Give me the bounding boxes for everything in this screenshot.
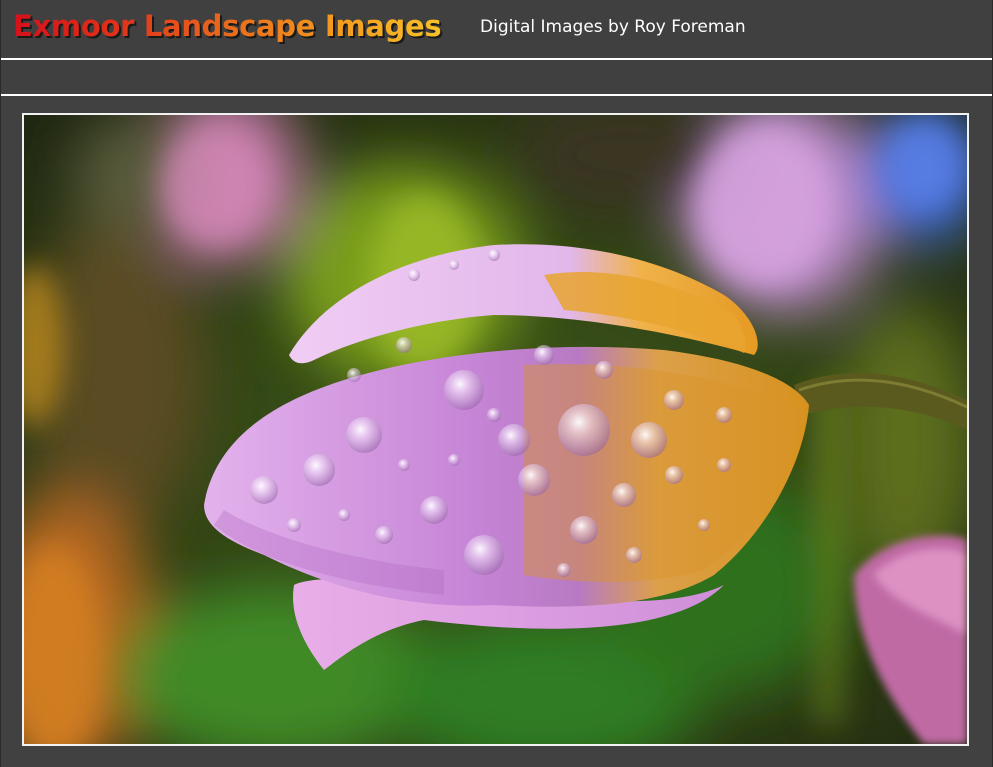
nav-bar — [1, 60, 992, 96]
site-title[interactable]: Exmoor Landscape Images — [13, 9, 442, 43]
page: Exmoor Landscape Images Exmoor Landscape… — [0, 0, 993, 767]
tulip-photo — [24, 115, 967, 744]
photo-frame — [22, 113, 969, 746]
site-header: Exmoor Landscape Images Exmoor Landscape… — [1, 0, 992, 60]
site-subtitle: Digital Images by Roy Foreman — [480, 17, 746, 37]
